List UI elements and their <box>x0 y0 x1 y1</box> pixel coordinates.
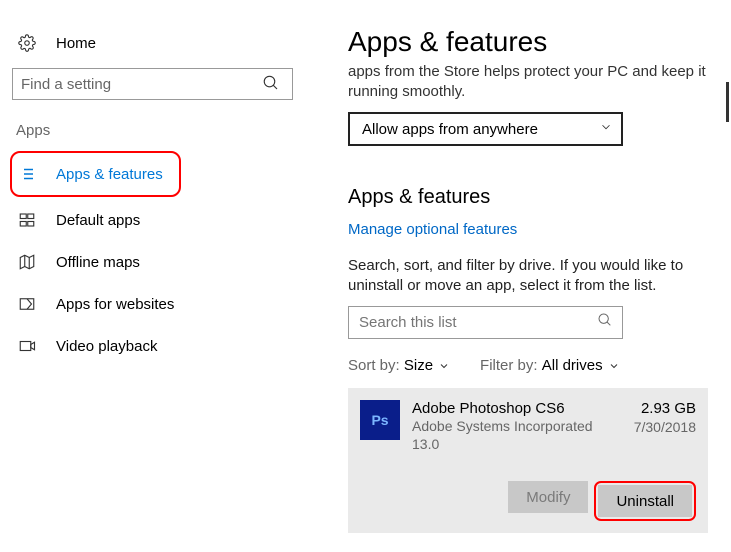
gear-icon <box>18 34 36 52</box>
page-subtitle: apps from the Store helps protect your P… <box>348 62 715 102</box>
settings-search[interactable] <box>12 68 308 100</box>
modify-button[interactable]: Modify <box>508 481 588 513</box>
sidebar-item-video-playback[interactable]: Video playback <box>12 325 308 367</box>
page-title: Apps & features <box>348 26 715 58</box>
sidebar-item-label: Default apps <box>56 212 140 229</box>
sidebar-item-default-apps[interactable]: Default apps <box>12 199 308 241</box>
filter-label: Filter by: <box>480 357 538 374</box>
highlight-annotation: Apps & features <box>10 151 181 197</box>
settings-search-input[interactable] <box>12 68 293 100</box>
section-title: Apps & features <box>348 186 715 209</box>
app-icon: Ps <box>360 400 400 440</box>
map-icon <box>18 253 36 271</box>
home-label: Home <box>56 35 96 52</box>
sort-dropdown[interactable]: Size <box>404 357 450 374</box>
sidebar-item-offline-maps[interactable]: Offline maps <box>12 241 308 283</box>
chevron-down-icon <box>438 360 450 372</box>
sidebar-item-label: Apps & features <box>56 166 163 183</box>
home-nav[interactable]: Home <box>12 28 308 68</box>
sidebar-item-label: Video playback <box>56 338 157 355</box>
app-publisher: Adobe Systems Incorporated <box>412 417 622 435</box>
highlight-annotation: Uninstall <box>594 481 696 521</box>
sort-label: Sort by: <box>348 357 400 374</box>
filter-dropdown[interactable]: All drives <box>542 357 620 374</box>
list-search-input[interactable] <box>348 306 623 339</box>
sidebar-item-apps-websites[interactable]: Apps for websites <box>12 283 308 325</box>
sidebar-item-apps-features[interactable]: Apps & features <box>12 153 171 195</box>
app-list-item[interactable]: Ps Adobe Photoshop CS6 Adobe Systems Inc… <box>348 388 708 533</box>
allow-apps-value: Allow apps from anywhere <box>362 121 538 138</box>
apps-websites-icon <box>18 295 36 313</box>
app-size: 2.93 GB <box>634 400 696 417</box>
chevron-down-icon <box>608 360 620 372</box>
app-date: 7/30/2018 <box>634 419 696 435</box>
sidebar-item-label: Apps for websites <box>56 296 174 313</box>
manage-optional-link[interactable]: Manage optional features <box>348 221 517 238</box>
scrollbar[interactable] <box>726 82 729 122</box>
sidebar-item-label: Offline maps <box>56 254 140 271</box>
section-description: Search, sort, and filter by drive. If yo… <box>348 256 708 296</box>
section-label: Apps <box>16 122 308 139</box>
app-name: Adobe Photoshop CS6 <box>412 400 622 417</box>
uninstall-button[interactable]: Uninstall <box>598 485 692 517</box>
list-search[interactable] <box>348 306 623 339</box>
list-icon <box>18 165 36 183</box>
app-version: 13.0 <box>412 435 622 453</box>
search-icon <box>597 312 613 328</box>
filter-value: All drives <box>542 357 603 374</box>
video-icon <box>18 337 36 355</box>
defaults-icon <box>18 211 36 229</box>
allow-apps-select[interactable]: Allow apps from anywhere <box>348 112 623 146</box>
sort-value: Size <box>404 357 433 374</box>
